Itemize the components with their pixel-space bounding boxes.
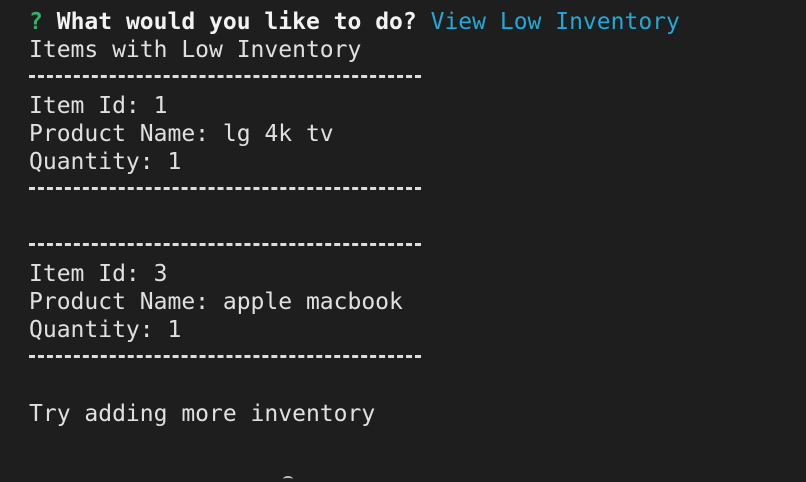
item-2-id: Item Id: 3: [29, 261, 168, 287]
item-1-product-name: Product Name: lg 4k tv: [29, 121, 334, 147]
top-divider: [29, 0, 799, 8]
item-2-bottom-divider: [29, 344, 799, 372]
section-heading: Items with Low Inventory: [29, 37, 362, 63]
item-1-id: Item Id: 1: [29, 93, 168, 119]
prompt-answer: View Low Inventory: [430, 9, 680, 35]
question-mark-icon: ?: [29, 9, 43, 35]
item-2-top-divider: [29, 232, 799, 260]
prompt-line: ? What would you like to do? View Low In…: [29, 8, 799, 36]
item-2-product-name: Product Name: apple macbook: [29, 289, 403, 315]
footer-message: Try adding more inventory: [29, 401, 376, 427]
terminal-window: ? What would you like to do? View Low In…: [29, 0, 799, 428]
partial-glyph-icon: [283, 476, 293, 482]
item-2-quantity: Quantity: 1: [29, 317, 182, 343]
divider-line: [29, 355, 421, 358]
item-1-top-divider: [29, 64, 799, 92]
prompt-question: What would you like to do?: [56, 9, 417, 35]
item-1-quantity: Quantity: 1: [29, 149, 182, 175]
item-1-bottom-divider: [29, 176, 799, 204]
divider-line: [29, 243, 421, 246]
divider-line: [29, 75, 421, 78]
divider-line: [29, 187, 421, 190]
